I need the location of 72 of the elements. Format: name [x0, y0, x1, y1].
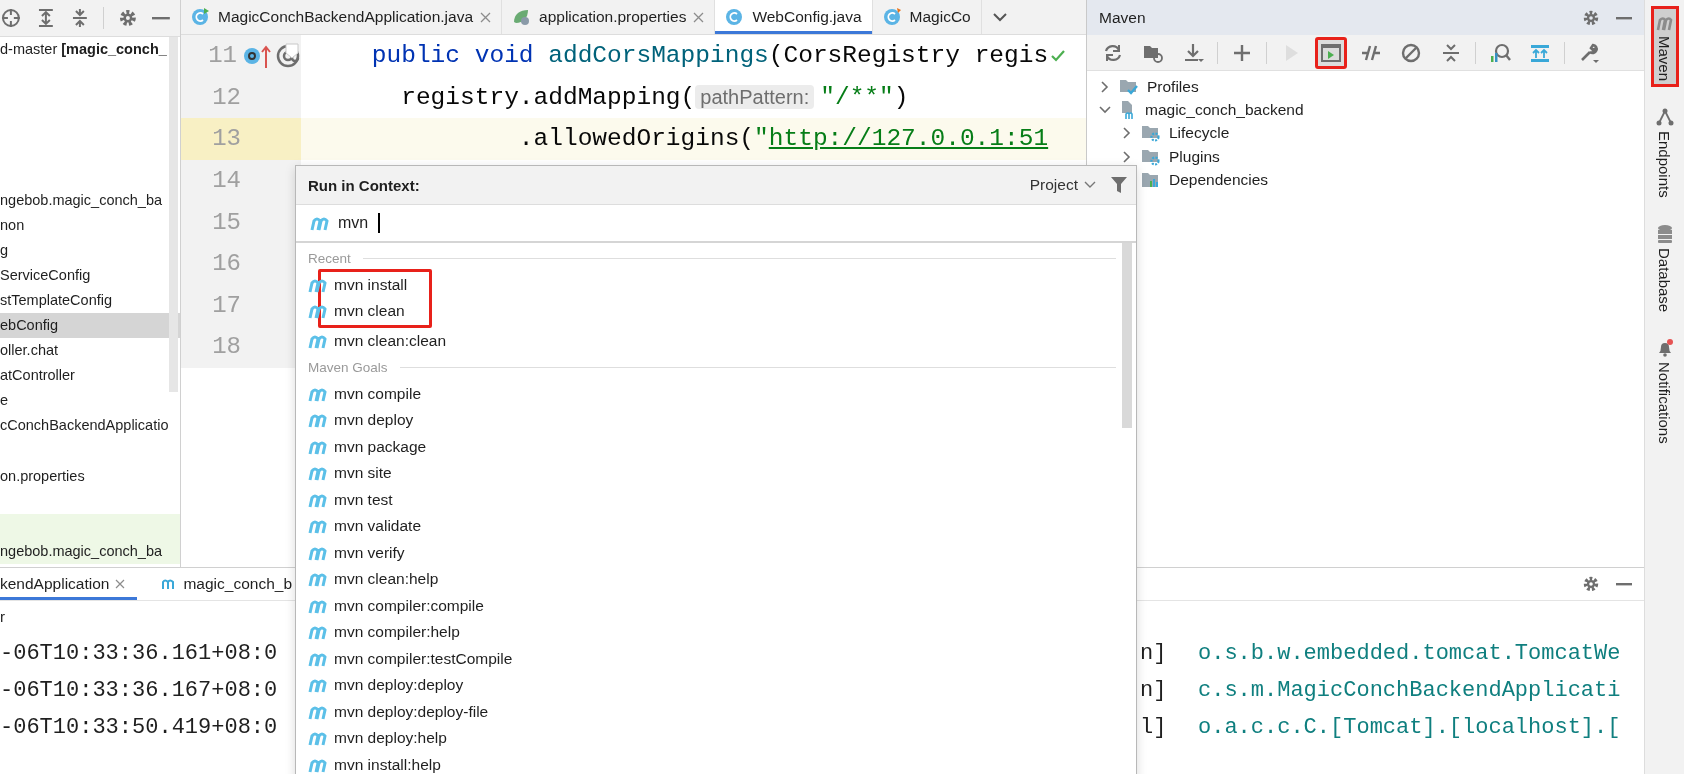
- line-number: 14: [211, 167, 241, 195]
- command-item[interactable]: mvn compiler:help: [308, 619, 513, 646]
- section-header: Recent: [308, 250, 351, 266]
- tree-item[interactable]: ebConfig: [0, 317, 59, 334]
- command-item[interactable]: mvn compiler:compile: [308, 592, 513, 619]
- side-tab[interactable]: Database: [1650, 217, 1679, 318]
- log-logger: o.s.b.w.embedded.tomcat.TomcatWe: [1198, 641, 1622, 666]
- tree-item[interactable]: stTemplateConfig: [0, 291, 113, 308]
- tree-item[interactable]: atController: [0, 367, 75, 384]
- command-item[interactable]: mvn test: [308, 486, 513, 513]
- scope-dropdown[interactable]: Project: [1029, 176, 1096, 194]
- command-item[interactable]: mvn clean:clean: [308, 327, 446, 354]
- log-thread: l]: [1140, 715, 1167, 740]
- command-item[interactable]: mvn package: [308, 433, 513, 460]
- tree-item[interactable]: Profiles: [1147, 77, 1199, 96]
- code-line: public void addCorsMappings(CorsRegistry regis: [370, 42, 1049, 70]
- tree-item[interactable]: ServiceConfig: [0, 266, 91, 283]
- tree-item[interactable]: on.properties: [0, 467, 85, 484]
- command-item[interactable]: mvn clean: [308, 298, 408, 325]
- log-thread: n]: [1140, 678, 1167, 703]
- tree-item[interactable]: non: [0, 216, 25, 233]
- tree-item[interactable]: e: [0, 392, 9, 409]
- command-item[interactable]: mvn deploy:help: [308, 725, 513, 752]
- run-tab[interactable]: kendApplication: [0, 568, 138, 600]
- command-item[interactable]: mvn deploy:deploy-file: [308, 698, 513, 725]
- command-item[interactable]: mvn site: [308, 460, 513, 487]
- tree-item[interactable]: g: [0, 241, 9, 258]
- section-header: Maven Goals: [308, 359, 388, 375]
- tree-item[interactable]: Dependencies: [1169, 170, 1269, 189]
- tree-item[interactable]: d-master [magic_conch_: [0, 41, 167, 57]
- line-number: 15: [211, 208, 241, 236]
- log-timestamp: -06T10:33:50.419+08:0: [0, 715, 278, 740]
- line-number: 11: [207, 42, 237, 70]
- log-logger: c.s.m.MagicConchBackendApplicati: [1198, 678, 1622, 703]
- tree-item[interactable]: ngebob.magic_conch_ba: [0, 191, 163, 208]
- command-item[interactable]: mvn deploy:deploy: [308, 672, 513, 699]
- log-timestamp: -06T10:33:36.167+08:0: [0, 678, 278, 703]
- tree-item[interactable]: ngebob.magic_conch_ba: [0, 542, 163, 559]
- toolbar-label: r: [0, 607, 5, 625]
- tree-item[interactable]: Lifecycle: [1169, 124, 1230, 143]
- search-field[interactable]: mvn: [296, 205, 1136, 243]
- side-tab[interactable]: Maven: [1650, 6, 1679, 88]
- line-number: 16: [211, 250, 241, 278]
- line-number: 13: [211, 125, 241, 153]
- editor-tab[interactable]: MagicCo: [872, 0, 982, 34]
- popup-title: Run in Context:: [308, 176, 421, 194]
- tree-item[interactable]: oller.chat: [0, 342, 59, 359]
- command-item[interactable]: mvn compiler:testCompile: [308, 645, 513, 672]
- tree-item[interactable]: cConchBackendApplicatio: [0, 417, 169, 434]
- command-item[interactable]: mvn install: [308, 271, 408, 298]
- code-line: registry.addMapping( pathPattern: "/**"): [400, 83, 909, 111]
- command-item[interactable]: mvn verify: [308, 539, 513, 566]
- log-timestamp: -06T10:33:36.161+08:0: [0, 641, 278, 666]
- log-thread: n]: [1140, 641, 1167, 666]
- side-tab[interactable]: Endpoints: [1650, 101, 1679, 204]
- tree-item[interactable]: magic_conch_backend: [1145, 100, 1304, 119]
- code-line: .allowedOrigins("http://127.0.0.1:51: [517, 125, 1049, 153]
- command-item[interactable]: mvn install:help: [308, 751, 513, 774]
- line-number: 18: [211, 333, 241, 361]
- panel-title: Maven: [1099, 8, 1146, 27]
- editor-tab[interactable]: WebConfig.java: [715, 0, 873, 34]
- side-tab[interactable]: Notifications: [1650, 331, 1679, 450]
- line-number: 17: [211, 291, 241, 319]
- log-logger: o.a.c.c.C.[Tomcat].[localhost].[: [1198, 715, 1622, 740]
- command-item[interactable]: mvn validate: [308, 513, 513, 540]
- tree-item[interactable]: Plugins: [1169, 147, 1220, 166]
- command-item[interactable]: mvn deploy: [308, 407, 513, 434]
- line-number: 12: [211, 83, 241, 111]
- command-item[interactable]: mvn clean:help: [308, 566, 513, 593]
- run-tab[interactable]: magic_conch_b: [161, 568, 305, 600]
- command-item[interactable]: mvn compile: [308, 380, 513, 407]
- editor-tab[interactable]: MagicConchBackendApplication.java: [181, 0, 503, 34]
